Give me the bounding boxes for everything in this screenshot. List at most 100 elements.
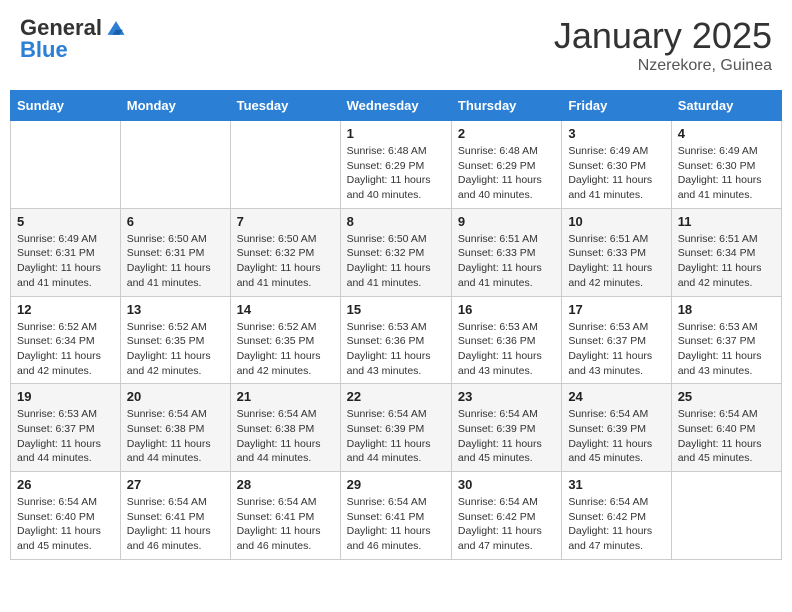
- day-info: Sunrise: 6:51 AMSunset: 6:33 PMDaylight:…: [568, 232, 664, 291]
- day-number: 17: [568, 302, 664, 317]
- title-block: January 2025 Nzerekore, Guinea: [554, 15, 772, 75]
- day-number: 16: [458, 302, 555, 317]
- day-number: 2: [458, 126, 555, 141]
- calendar-week-1: 1 Sunrise: 6:48 AMSunset: 6:29 PMDaylight…: [11, 121, 782, 209]
- calendar-cell: 13 Sunrise: 6:52 AMSunset: 6:35 PMDayligh…: [120, 296, 230, 384]
- calendar-cell: 17Sunrise: 6:53 AMSunset: 6:37 PMDayligh…: [562, 296, 671, 384]
- day-info: Sunrise: 6:51 AMSunset: 6:33 PMDaylight:…: [458, 232, 555, 291]
- calendar-cell: 20 Sunrise: 6:54 AMSunset: 6:38 PMDayligh…: [120, 384, 230, 472]
- calendar-cell: 18Sunrise: 6:53 AMSunset: 6:37 PMDayligh…: [671, 296, 781, 384]
- calendar-week-4: 19 Sunrise: 6:53 AMSunset: 6:37 PMDayligh…: [11, 384, 782, 472]
- header-sunday: Sunday: [11, 91, 121, 121]
- header-saturday: Saturday: [671, 91, 781, 121]
- logo-blue: Blue: [20, 37, 68, 63]
- day-info: Sunrise: 6:53 AMSunset: 6:37 PMDaylight:…: [17, 407, 114, 466]
- day-number: 7: [237, 214, 334, 229]
- calendar-week-3: 12Sunrise: 6:52 AMSunset: 6:34 PMDayligh…: [11, 296, 782, 384]
- day-info: Sunrise: 6:53 AMSunset: 6:36 PMDaylight:…: [347, 320, 445, 379]
- day-info: Sunrise: 6:54 AMSunset: 6:39 PMDaylight:…: [568, 407, 664, 466]
- day-info: Sunrise: 6:48 AMSunset: 6:29 PMDaylight:…: [347, 144, 445, 203]
- day-info: Sunrise: 6:50 AMSunset: 6:32 PMDaylight:…: [347, 232, 445, 291]
- calendar-cell: 19 Sunrise: 6:53 AMSunset: 6:37 PMDayligh…: [11, 384, 121, 472]
- location: Nzerekore, Guinea: [554, 57, 772, 75]
- day-info: Sunrise: 6:54 AMSunset: 6:38 PMDaylight:…: [127, 407, 224, 466]
- calendar-cell: [671, 472, 781, 560]
- calendar-cell: 1 Sunrise: 6:48 AMSunset: 6:29 PMDaylight…: [340, 121, 451, 209]
- day-number: 22: [347, 389, 445, 404]
- month-title: January 2025: [554, 15, 772, 57]
- calendar-cell: 5 Sunrise: 6:49 AMSunset: 6:31 PMDaylight…: [11, 208, 121, 296]
- day-number: 1: [347, 126, 445, 141]
- day-info: Sunrise: 6:54 AMSunset: 6:40 PMDaylight:…: [17, 495, 114, 554]
- day-info: Sunrise: 6:54 AMSunset: 6:39 PMDaylight:…: [458, 407, 555, 466]
- calendar-cell: [230, 121, 340, 209]
- day-number: 12: [17, 302, 114, 317]
- calendar-cell: 15 Sunrise: 6:53 AMSunset: 6:36 PMDayligh…: [340, 296, 451, 384]
- day-info: Sunrise: 6:52 AMSunset: 6:35 PMDaylight:…: [127, 320, 224, 379]
- calendar-cell: 12Sunrise: 6:52 AMSunset: 6:34 PMDayligh…: [11, 296, 121, 384]
- calendar-cell: [11, 121, 121, 209]
- day-number: 15: [347, 302, 445, 317]
- day-number: 13: [127, 302, 224, 317]
- day-info: Sunrise: 6:49 AMSunset: 6:30 PMDaylight:…: [678, 144, 775, 203]
- calendar-cell: 31 Sunrise: 6:54 AMSunset: 6:42 PMDayligh…: [562, 472, 671, 560]
- calendar-cell: 8 Sunrise: 6:50 AMSunset: 6:32 PMDaylight…: [340, 208, 451, 296]
- calendar-cell: 27Sunrise: 6:54 AMSunset: 6:41 PMDayligh…: [120, 472, 230, 560]
- header-friday: Friday: [562, 91, 671, 121]
- day-info: Sunrise: 6:54 AMSunset: 6:41 PMDaylight:…: [347, 495, 445, 554]
- day-number: 24: [568, 389, 664, 404]
- day-info: Sunrise: 6:54 AMSunset: 6:41 PMDaylight:…: [127, 495, 224, 554]
- calendar-cell: 28 Sunrise: 6:54 AMSunset: 6:41 PMDayligh…: [230, 472, 340, 560]
- day-number: 21: [237, 389, 334, 404]
- day-info: Sunrise: 6:54 AMSunset: 6:40 PMDaylight:…: [678, 407, 775, 466]
- day-info: Sunrise: 6:53 AMSunset: 6:36 PMDaylight:…: [458, 320, 555, 379]
- day-number: 23: [458, 389, 555, 404]
- calendar-cell: 30 Sunrise: 6:54 AMSunset: 6:42 PMDayligh…: [451, 472, 561, 560]
- calendar-cell: 11 Sunrise: 6:51 AMSunset: 6:34 PMDayligh…: [671, 208, 781, 296]
- day-info: Sunrise: 6:54 AMSunset: 6:41 PMDaylight:…: [237, 495, 334, 554]
- day-info: Sunrise: 6:54 AMSunset: 6:39 PMDaylight:…: [347, 407, 445, 466]
- calendar-header-row: SundayMondayTuesdayWednesdayThursdayFrid…: [11, 91, 782, 121]
- calendar-cell: 9Sunrise: 6:51 AMSunset: 6:33 PMDaylight…: [451, 208, 561, 296]
- logo-icon: [104, 16, 128, 40]
- calendar-cell: 6 Sunrise: 6:50 AMSunset: 6:31 PMDaylight…: [120, 208, 230, 296]
- day-number: 5: [17, 214, 114, 229]
- calendar-cell: 22 Sunrise: 6:54 AMSunset: 6:39 PMDayligh…: [340, 384, 451, 472]
- day-number: 30: [458, 477, 555, 492]
- calendar-cell: 26Sunrise: 6:54 AMSunset: 6:40 PMDayligh…: [11, 472, 121, 560]
- header-wednesday: Wednesday: [340, 91, 451, 121]
- day-info: Sunrise: 6:54 AMSunset: 6:38 PMDaylight:…: [237, 407, 334, 466]
- day-number: 4: [678, 126, 775, 141]
- calendar-cell: 21 Sunrise: 6:54 AMSunset: 6:38 PMDayligh…: [230, 384, 340, 472]
- header-monday: Monday: [120, 91, 230, 121]
- day-info: Sunrise: 6:51 AMSunset: 6:34 PMDaylight:…: [678, 232, 775, 291]
- day-info: Sunrise: 6:53 AMSunset: 6:37 PMDaylight:…: [678, 320, 775, 379]
- calendar-cell: [120, 121, 230, 209]
- calendar-cell: 24 Sunrise: 6:54 AMSunset: 6:39 PMDayligh…: [562, 384, 671, 472]
- day-number: 8: [347, 214, 445, 229]
- calendar-cell: 16 Sunrise: 6:53 AMSunset: 6:36 PMDayligh…: [451, 296, 561, 384]
- calendar-cell: 14Sunrise: 6:52 AMSunset: 6:35 PMDayligh…: [230, 296, 340, 384]
- day-number: 31: [568, 477, 664, 492]
- calendar-cell: 7Sunrise: 6:50 AMSunset: 6:32 PMDaylight…: [230, 208, 340, 296]
- calendar-week-5: 26Sunrise: 6:54 AMSunset: 6:40 PMDayligh…: [11, 472, 782, 560]
- day-info: Sunrise: 6:49 AMSunset: 6:31 PMDaylight:…: [17, 232, 114, 291]
- day-number: 6: [127, 214, 224, 229]
- day-number: 29: [347, 477, 445, 492]
- header-tuesday: Tuesday: [230, 91, 340, 121]
- calendar-cell: 10Sunrise: 6:51 AMSunset: 6:33 PMDayligh…: [562, 208, 671, 296]
- calendar-cell: 4 Sunrise: 6:49 AMSunset: 6:30 PMDaylight…: [671, 121, 781, 209]
- logo: General Blue: [20, 15, 128, 63]
- calendar-cell: 3Sunrise: 6:49 AMSunset: 6:30 PMDaylight…: [562, 121, 671, 209]
- day-info: Sunrise: 6:54 AMSunset: 6:42 PMDaylight:…: [458, 495, 555, 554]
- day-number: 20: [127, 389, 224, 404]
- day-number: 25: [678, 389, 775, 404]
- calendar-table: SundayMondayTuesdayWednesdayThursdayFrid…: [10, 90, 782, 560]
- day-number: 11: [678, 214, 775, 229]
- calendar-cell: 23 Sunrise: 6:54 AMSunset: 6:39 PMDayligh…: [451, 384, 561, 472]
- day-info: Sunrise: 6:54 AMSunset: 6:42 PMDaylight:…: [568, 495, 664, 554]
- day-number: 28: [237, 477, 334, 492]
- page-header: General Blue January 2025 Nzerekore, Gui…: [10, 10, 782, 80]
- day-info: Sunrise: 6:50 AMSunset: 6:31 PMDaylight:…: [127, 232, 224, 291]
- day-number: 19: [17, 389, 114, 404]
